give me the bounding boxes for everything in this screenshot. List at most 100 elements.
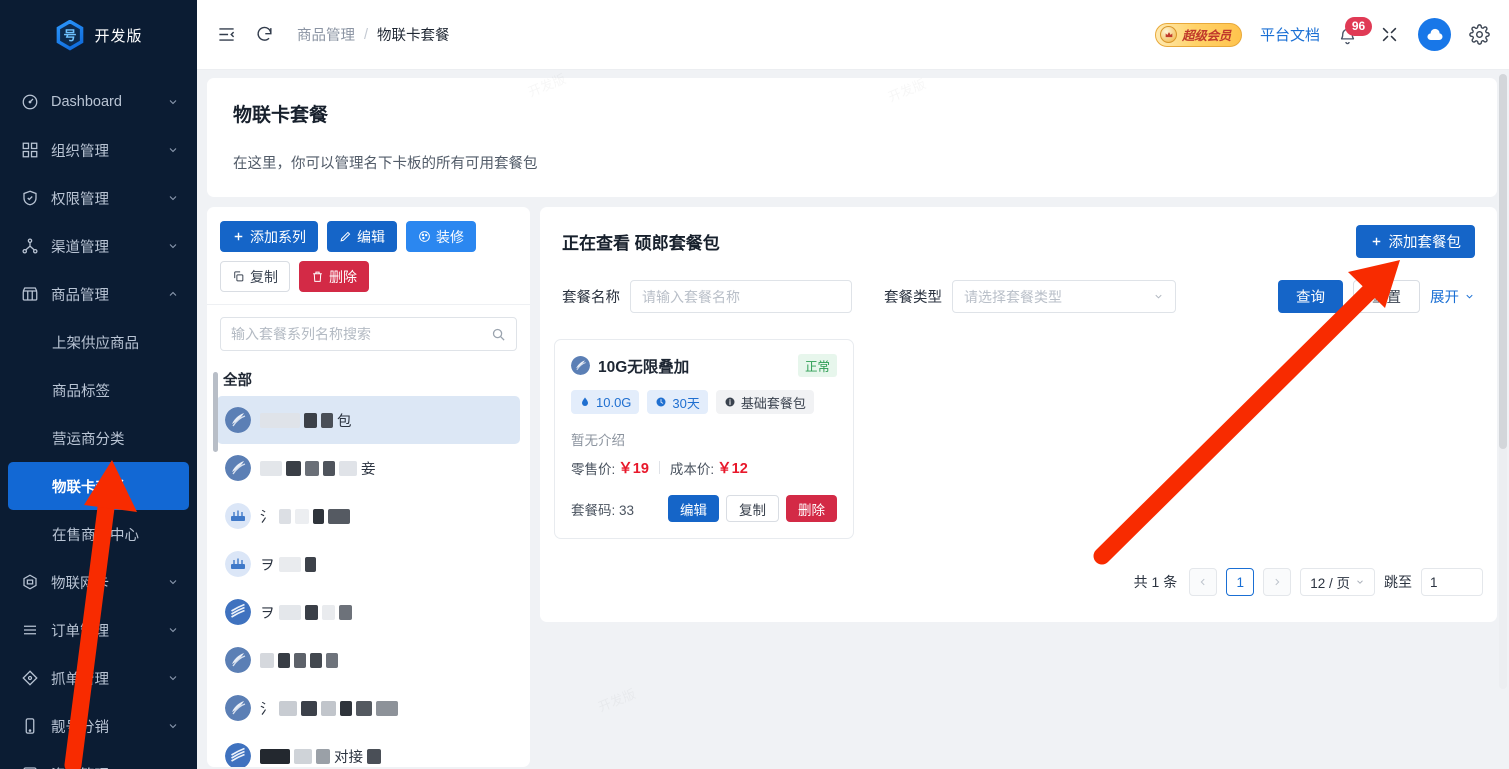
pagination-page-1[interactable]: 1 xyxy=(1226,568,1254,596)
sidebar-subitem-iot-package[interactable]: 物联卡套餐 xyxy=(8,462,189,510)
pagination-total: 共 1 条 xyxy=(1134,572,1178,592)
copy-series-button[interactable]: 复制 xyxy=(220,261,290,292)
delete-series-button[interactable]: 删除 xyxy=(299,261,369,292)
palette-icon xyxy=(418,230,431,243)
package-card[interactable]: 10G无限叠加 正常 10.0G 30天 xyxy=(554,339,854,539)
sidebar-item-number-distribution[interactable]: 靓号分销 xyxy=(0,702,197,750)
avatar[interactable] xyxy=(1418,18,1451,51)
add-series-button[interactable]: 添加系列 xyxy=(220,221,318,252)
list-item-label: 对接 xyxy=(260,748,381,765)
sidebar-nav: Dashboard 组织管理 权限管理 xyxy=(0,70,197,769)
delete-series-label: 删除 xyxy=(329,267,357,287)
store-icon xyxy=(20,285,39,304)
jump-page-input[interactable] xyxy=(1421,568,1483,596)
page-header-card: 物联卡套餐 在这里，你可以管理名下卡板的所有可用套餐包 xyxy=(207,78,1497,197)
copy-package-button[interactable]: 复制 xyxy=(726,495,779,522)
expand-filters-button[interactable]: 展开 xyxy=(1430,286,1475,307)
carrier-mobile-icon xyxy=(225,599,251,625)
package-panel-header: 正在查看 硕郎套餐包 添加套餐包 xyxy=(540,207,1497,258)
expand-label: 展开 xyxy=(1430,286,1459,307)
sidebar-subitem-carrier-category[interactable]: 营运商分类 xyxy=(0,414,197,462)
sidebar-item-channel[interactable]: 渠道管理 xyxy=(0,222,197,270)
sidebar-item-permissions[interactable]: 权限管理 xyxy=(0,174,197,222)
edit-series-button[interactable]: 编辑 xyxy=(327,221,397,252)
edit-series-label: 编辑 xyxy=(357,227,385,247)
cost-price-label: 成本价: xyxy=(670,458,714,478)
sidebar-item-fund[interactable]: 资金管理 xyxy=(0,750,197,769)
list-item[interactable]: 妾 xyxy=(217,444,520,492)
breadcrumb-separator: / xyxy=(364,27,368,43)
topbar: 商品管理 / 物联卡套餐 超级会员 平台文档 96 xyxy=(197,0,1509,70)
menu-collapse-icon[interactable] xyxy=(211,20,241,50)
chevron-left-icon[interactable] xyxy=(1189,568,1217,596)
viewing-title: 正在查看 硕郎套餐包 xyxy=(562,229,720,254)
page-scrollbar-thumb[interactable] xyxy=(1499,74,1507,449)
sidebar-logo[interactable]: 号 开发版 xyxy=(0,0,197,70)
list-item[interactable]: 氵 xyxy=(217,492,520,540)
page-size-select[interactable]: 12 / 页 xyxy=(1300,568,1375,596)
sidebar-item-iot-card[interactable]: 物联网卡 xyxy=(0,558,197,606)
logo-hexagon-icon: 号 xyxy=(54,20,85,51)
add-package-button[interactable]: 添加套餐包 xyxy=(1356,225,1476,258)
refresh-icon[interactable] xyxy=(249,20,279,50)
list-item[interactable]: 氵 xyxy=(217,684,520,732)
series-list-scrollbar[interactable] xyxy=(213,372,218,452)
delete-package-button[interactable]: 删除 xyxy=(786,495,837,522)
platform-doc-link[interactable]: 平台文档 xyxy=(1260,24,1320,45)
package-name: 10G无限叠加 xyxy=(598,355,689,377)
sidebar-item-label: 资金管理 xyxy=(51,764,167,769)
gear-icon[interactable] xyxy=(1469,24,1491,46)
package-name-input[interactable] xyxy=(630,280,852,313)
chevron-down-icon xyxy=(167,192,179,204)
decorate-button[interactable]: 装修 xyxy=(406,221,476,252)
copy-icon xyxy=(232,270,245,283)
sidebar-subitem-supply-products[interactable]: 上架供应商品 xyxy=(0,318,197,366)
logo-char: 号 xyxy=(63,29,76,42)
search-icon[interactable] xyxy=(491,327,506,342)
sidebar-item-label: 商品管理 xyxy=(51,284,167,305)
sidebar-subitem-label: 商品标签 xyxy=(52,380,110,401)
cost-price-value: ￥12 xyxy=(717,457,748,478)
sidebar-subitem-product-tags[interactable]: 商品标签 xyxy=(0,366,197,414)
package-type-value: 请选择套餐类型 xyxy=(964,287,1062,307)
add-package-label: 添加套餐包 xyxy=(1389,231,1462,252)
query-button[interactable]: 查询 xyxy=(1278,280,1343,313)
chevron-up-icon xyxy=(167,288,179,300)
series-search-box[interactable] xyxy=(220,317,517,351)
list-item[interactable]: ヲ xyxy=(217,540,520,588)
package-code-label: 套餐码: xyxy=(571,503,615,518)
sidebar-subitem-on-sale-center[interactable]: 在售商品中心 xyxy=(0,510,197,558)
list-item-label: 氵 xyxy=(260,700,398,717)
sidebar-item-organization[interactable]: 组织管理 xyxy=(0,126,197,174)
sidebar-item-label: 订单管理 xyxy=(51,620,167,641)
page-scrollbar[interactable] xyxy=(1499,74,1507,689)
breadcrumb-parent[interactable]: 商品管理 xyxy=(297,24,355,45)
list-item[interactable] xyxy=(217,636,520,684)
fullscreen-icon[interactable] xyxy=(1380,25,1400,45)
sidebar-item-grab-order[interactable]: 抓单管理 xyxy=(0,654,197,702)
list-item[interactable]: 包 xyxy=(217,396,520,444)
edit-package-button[interactable]: 编辑 xyxy=(668,495,719,522)
package-type-select[interactable]: 请选择套餐类型 xyxy=(952,280,1176,313)
breadcrumb-current: 物联卡套餐 xyxy=(377,24,450,45)
vip-badge[interactable]: 超级会员 xyxy=(1155,23,1242,47)
chevron-right-icon[interactable] xyxy=(1263,568,1291,596)
clock-icon xyxy=(655,396,667,408)
page-subtitle: 在这里，你可以管理名下卡板的所有可用套餐包 xyxy=(233,152,1471,173)
list-item[interactable]: 对接 xyxy=(217,732,520,767)
list-item[interactable]: ヲ xyxy=(217,588,520,636)
chevron-down-icon xyxy=(167,720,179,732)
carrier-mobile-icon xyxy=(225,743,251,767)
page-title: 物联卡套餐 xyxy=(233,100,1471,127)
sidebar-item-product[interactable]: 商品管理 xyxy=(0,270,197,318)
pencil-icon xyxy=(339,230,352,243)
price-divider xyxy=(659,461,660,474)
series-search-input[interactable] xyxy=(231,326,491,342)
package-description: 暂无介绍 xyxy=(571,429,837,449)
notification-bell-icon[interactable]: 96 xyxy=(1338,22,1362,48)
sidebar-item-dashboard[interactable]: Dashboard xyxy=(0,78,197,126)
sidebar-item-order[interactable]: 订单管理 xyxy=(0,606,197,654)
package-prices: 零售价: ￥19 成本价: ￥12 xyxy=(571,457,837,478)
reset-button[interactable]: 重置 xyxy=(1353,280,1420,313)
diamond-icon xyxy=(20,669,39,688)
